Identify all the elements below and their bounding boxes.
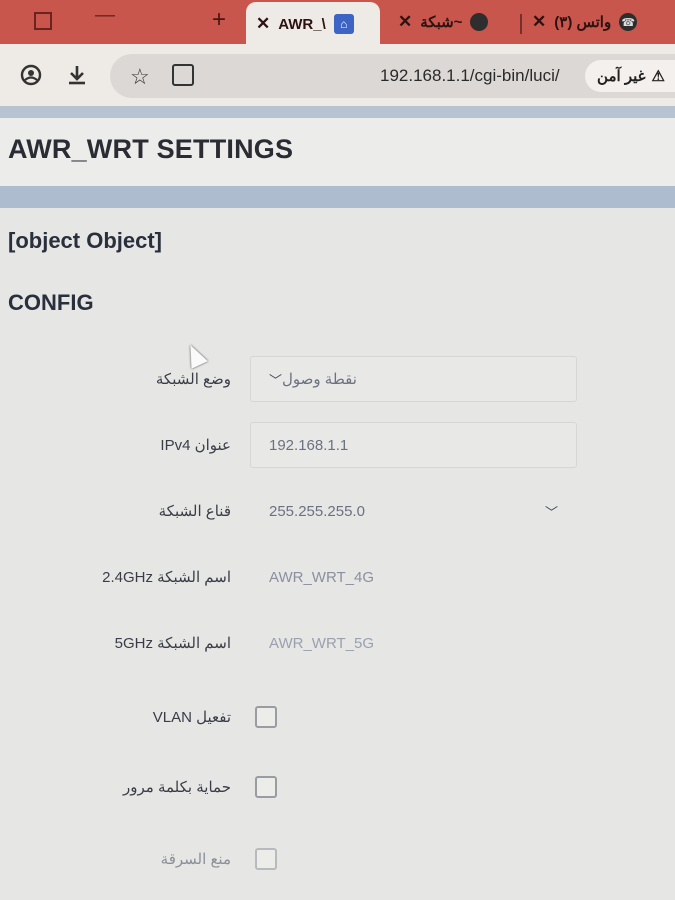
ssid-5-label: اسم الشبكة 5GHz: [114, 635, 231, 652]
url-text[interactable]: 192.168.1.1/cgi-bin/luci/: [380, 66, 560, 86]
tab-title: AWR_\: [278, 15, 326, 33]
netmask-value: 255.255.255.0: [269, 502, 365, 520]
ssid-24-input[interactable]: AWR_WRT_4G: [250, 554, 577, 600]
network-mode-value: نقطة وصول: [282, 371, 357, 388]
ssid-5-input[interactable]: AWR_WRT_5G: [250, 620, 577, 666]
address-bar[interactable]: ☆ 192.168.1.1/cgi-bin/luci/ غير آمن ⚠: [110, 54, 675, 98]
tab-awr[interactable]: ✕ AWR_\ ⌂: [246, 2, 380, 46]
warning-icon: ⚠: [651, 68, 665, 85]
vlan-checkbox[interactable]: [255, 706, 277, 728]
page-title: AWR_WRT SETTINGS: [8, 134, 294, 164]
minimize-window-button[interactable]: —: [95, 4, 115, 27]
ipv4-value: 192.168.1.1: [269, 436, 349, 454]
chevron-down-icon: ﹀: [269, 372, 283, 388]
vlan-row: تفعيل VLAN: [0, 694, 675, 742]
security-label: غير آمن: [597, 68, 646, 85]
ipv4-input[interactable]: 192.168.1.1: [250, 422, 577, 468]
netmask-row: قناع الشبكة 255.255.255.0 ﹀: [0, 488, 675, 536]
globe-icon: [470, 13, 489, 31]
main-content: [object Object] CONFIG وضع الشبكة ﹀ نقطة…: [0, 208, 675, 900]
router-icon: ⌂: [333, 14, 354, 34]
ipv4-row: عنوان IPv4 192.168.1.1: [0, 422, 675, 470]
ipv4-label: عنوان IPv4: [160, 437, 231, 454]
download-icon[interactable]: [66, 64, 88, 86]
network-mode-select[interactable]: ﹀ نقطة وصول: [250, 356, 577, 402]
page-top-bar: [0, 106, 675, 118]
network-mode-label: وضع الشبكة: [155, 371, 231, 388]
header-band: [0, 186, 675, 208]
network-mode-row: وضع الشبكة ﹀ نقطة وصول: [0, 356, 675, 404]
anti-theft-label: منع السرقة: [160, 851, 231, 868]
anti-theft-checkbox[interactable]: [255, 848, 277, 870]
install-app-icon[interactable]: [172, 64, 194, 86]
profile-icon[interactable]: [20, 64, 42, 86]
vlan-label: تفعيل VLAN: [152, 709, 231, 726]
tab-whatsapp[interactable]: ✕ (٣) واتس ☎: [532, 4, 644, 40]
password-protect-row: حماية بكلمة مرور: [0, 764, 675, 812]
config-title: CONFIG: [8, 290, 94, 315]
tab-title: (٣) واتس: [554, 14, 612, 31]
section-title: [object Object]: [8, 228, 163, 253]
whatsapp-icon: ☎: [619, 13, 638, 31]
password-protect-checkbox[interactable]: [255, 776, 277, 798]
tab-separator: [520, 14, 522, 34]
tab-title: شبكة~: [420, 14, 463, 31]
page-header: AWR_WRT SETTINGS: [0, 118, 675, 186]
ssid-24-row: اسم الشبكة 2.4GHz AWR_WRT_4G: [0, 554, 675, 602]
anti-theft-row: منع السرقة: [0, 836, 675, 884]
ssid-24-label: اسم الشبكة 2.4GHz: [102, 569, 231, 586]
tab-network[interactable]: ✕ شبكة~: [398, 4, 510, 40]
netmask-select[interactable]: 255.255.255.0 ﹀: [250, 488, 577, 534]
close-tab-icon[interactable]: ✕: [256, 14, 270, 34]
restore-window-button[interactable]: [34, 12, 52, 30]
ssid-5-placeholder: AWR_WRT_5G: [269, 634, 375, 652]
browser-toolbar: ☆ 192.168.1.1/cgi-bin/luci/ غير آمن ⚠: [0, 44, 675, 106]
close-tab-icon[interactable]: ✕: [398, 12, 412, 32]
new-tab-button[interactable]: +: [212, 6, 226, 34]
close-tab-icon[interactable]: ✕: [532, 12, 546, 32]
password-protect-label: حماية بكلمة مرور: [122, 779, 231, 796]
chevron-down-icon: ﹀: [544, 504, 558, 520]
browser-tabstrip: — + ✕ AWR_\ ⌂ ✕ شبكة~ ✕ (٣) واتس ☎: [0, 0, 675, 46]
ssid-5-row: اسم الشبكة 5GHz AWR_WRT_5G: [0, 620, 675, 668]
netmask-label: قناع الشبكة: [158, 503, 231, 520]
ssid-24-placeholder: AWR_WRT_4G: [269, 568, 375, 586]
security-indicator[interactable]: غير آمن ⚠: [585, 60, 675, 92]
bookmark-star-icon[interactable]: ☆: [130, 64, 150, 90]
